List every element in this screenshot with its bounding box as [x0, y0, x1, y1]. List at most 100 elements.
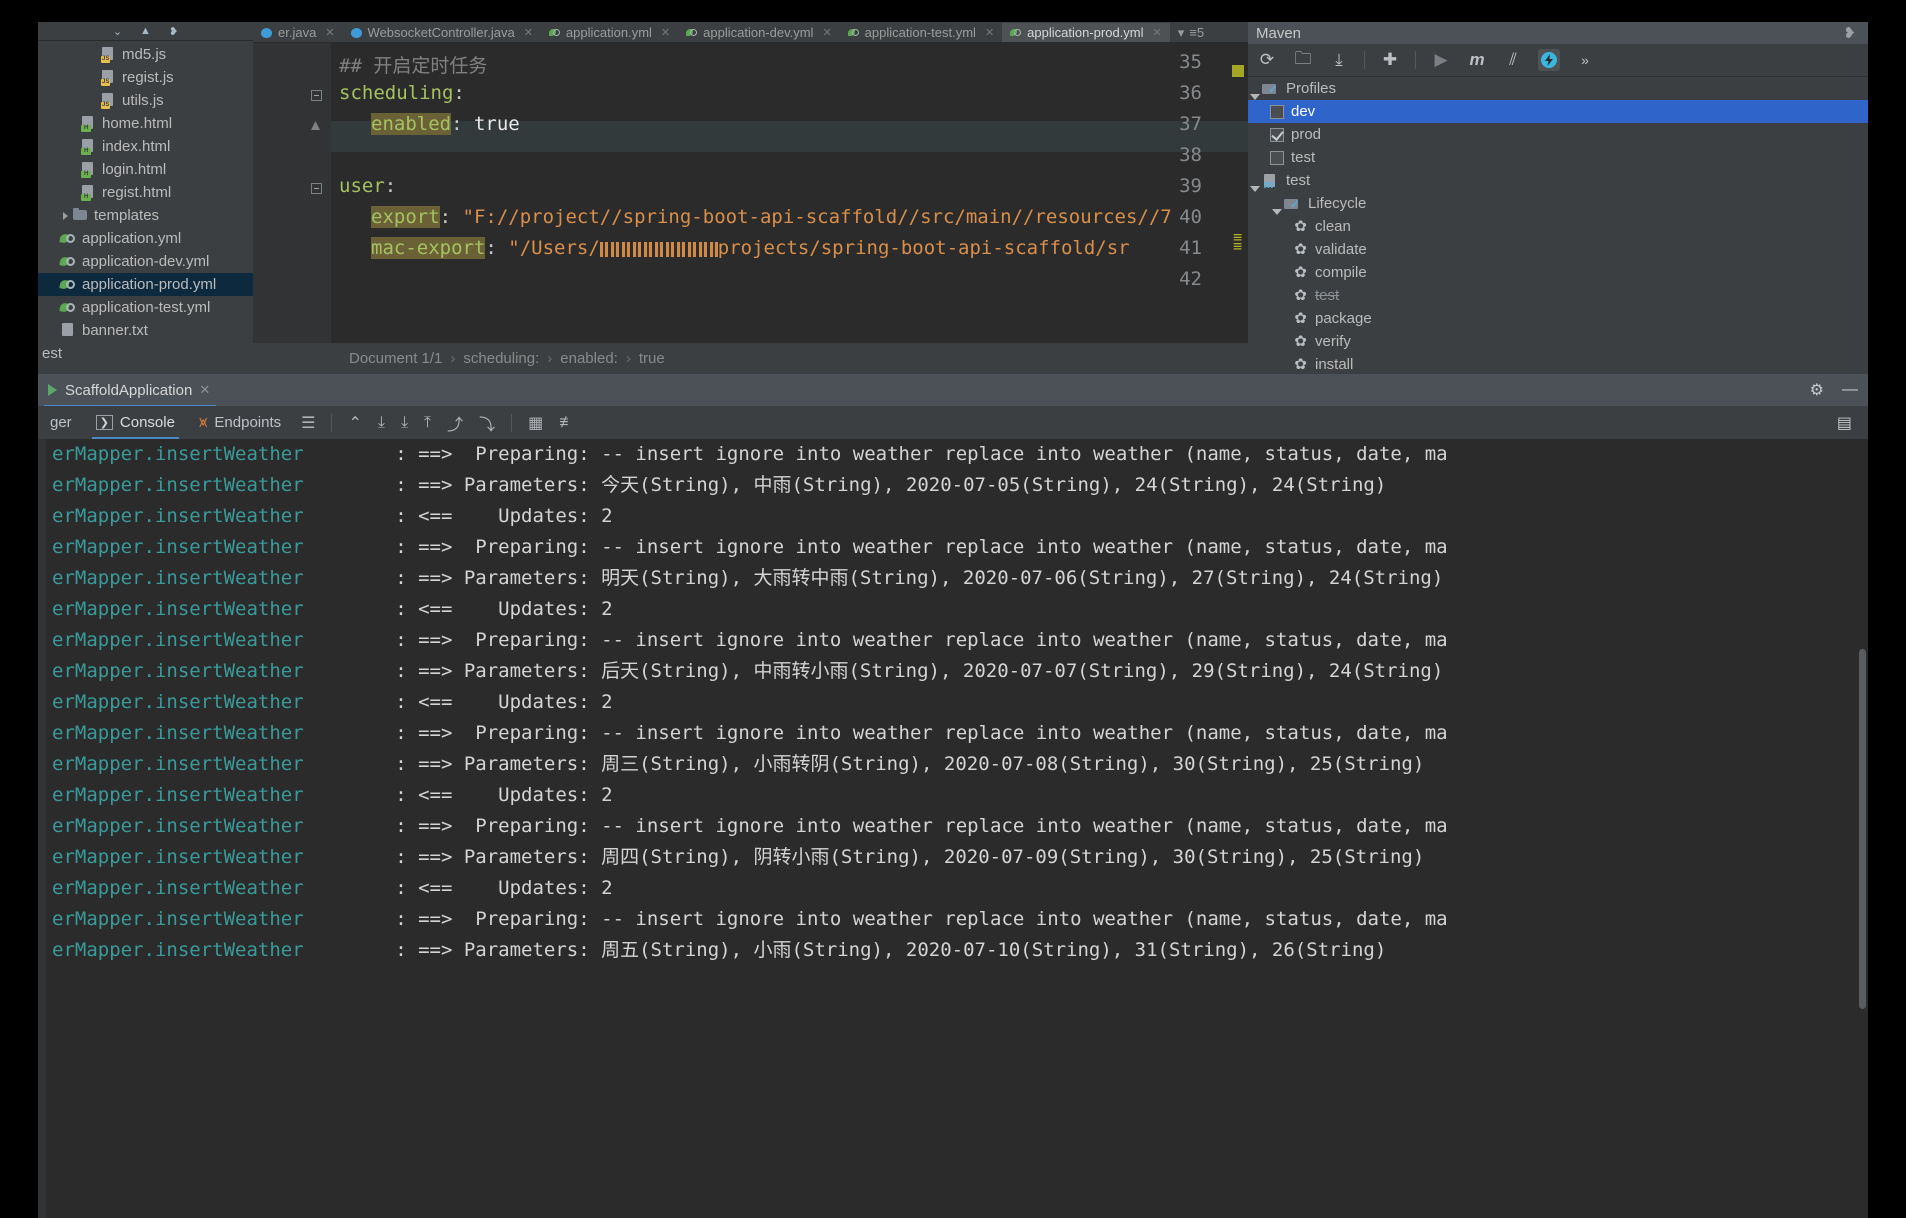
maven-options-icon[interactable]: ❥ [1843, 24, 1868, 42]
tab-console[interactable]: ❯ Console [91, 414, 180, 439]
project-tool-window[interactable]: ⌄ ▲ ❥ md5.js regist.js utils.js home.html in… [38, 22, 253, 374]
chevron-right-icon[interactable] [60, 210, 72, 222]
code-line[interactable]: enabled: true [339, 113, 520, 135]
code-line[interactable]: export: "F://project//spring-boot-api-sc… [339, 206, 1172, 228]
editor-tab-application-test-yml[interactable]: application-test.yml ✕ [840, 23, 1003, 42]
layout-icon[interactable]: ▤ [1837, 413, 1852, 433]
code-editor[interactable]: ≡ ≡ 35 ## 开启定时任务 36 scheduling: 37 enabled: tr… [253, 43, 1248, 343]
close-icon[interactable]: ✕ [822, 26, 831, 39]
run-header-actions[interactable]: ⚙ — [1810, 380, 1858, 400]
settings-list-icon[interactable]: ≢ [559, 414, 575, 432]
close-icon[interactable]: ✕ [1153, 26, 1162, 39]
tab-debugger[interactable]: ger [46, 414, 76, 431]
close-icon[interactable]: ✕ [661, 26, 670, 39]
editor-tab-bar[interactable]: er.java ✕ WebsocketController.java ✕ applica… [253, 22, 1248, 43]
minimize-icon[interactable]: — [1842, 381, 1858, 399]
download-sources-icon[interactable]: ⤓ [1328, 49, 1350, 71]
toggle-skip-tests-icon[interactable]: ⫽ [1502, 49, 1524, 71]
reload-icon[interactable]: ⟳ [1256, 49, 1278, 71]
scroll-down-icon[interactable]: ⤓ [378, 414, 385, 432]
run-toolbar[interactable]: ger ❯ Console ⩙ Endpoints ☰ ⌃ ⤓ ⤓ ⤒ ⤴ ⤵ … [38, 406, 1868, 440]
collapse-all-icon[interactable]: ⌄ [113, 25, 122, 38]
tab-overflow-button[interactable]: ▾ ≡5 [1170, 23, 1212, 42]
close-icon[interactable]: ✕ [199, 382, 210, 398]
breadcrumb-item[interactable]: true [639, 350, 665, 367]
fold-toggle-icon[interactable] [311, 90, 323, 102]
code-line[interactable]: mac-export: "/Users/projects/spring-boot… [339, 237, 1130, 259]
tree-item-est[interactable]: est [38, 342, 253, 365]
maven-item-test-4[interactable]: test [1248, 169, 1868, 192]
tree-item-templates[interactable]: templates [38, 204, 253, 227]
maven-item-lifecycle-5[interactable]: Lifecycle [1248, 192, 1868, 215]
breadcrumb-item[interactable]: scheduling: [463, 350, 539, 367]
fold-toggle-icon[interactable] [311, 183, 323, 195]
scroll-to-end-icon[interactable]: ⌃ [348, 413, 361, 433]
console-scrollbar[interactable] [1859, 649, 1866, 1009]
close-icon[interactable]: ✕ [985, 26, 994, 39]
maven-goal-icon[interactable]: m [1466, 49, 1488, 71]
toggle-offline-icon[interactable] [1538, 49, 1560, 71]
editor-tab-application-yml[interactable]: application.yml ✕ [541, 23, 678, 42]
list-icon[interactable]: ☰ [301, 413, 315, 433]
gear-icon[interactable]: ⚙ [1810, 380, 1824, 400]
tree-item-utils-js[interactable]: utils.js [38, 89, 253, 112]
maven-item-package-10[interactable]: ✿ package [1248, 307, 1868, 330]
tab-endpoints[interactable]: ⩙ Endpoints [195, 414, 285, 431]
maven-item-validate-7[interactable]: ✿ validate [1248, 238, 1868, 261]
maven-tool-window[interactable]: Maven ❥ ⟳ 🗀 ⤓ ✚ ▶ m ⫽ » Profiles dev prod t… [1248, 22, 1868, 374]
code-line[interactable]: scheduling: [339, 82, 465, 104]
tree-item-application-dev-yml[interactable]: application-dev.yml [38, 250, 253, 273]
maven-item-install-12[interactable]: ✿ install [1248, 353, 1868, 376]
move-up-icon[interactable]: ⤴ [447, 411, 463, 435]
add-icon[interactable]: ✚ [1379, 49, 1401, 71]
maven-item-dev-1[interactable]: dev [1248, 100, 1868, 123]
editor-tab-er-java[interactable]: er.java ✕ [253, 23, 343, 42]
move-down-icon[interactable]: ⤵ [479, 411, 495, 435]
run-configuration-tab[interactable]: ScaffoldApplication ✕ [43, 382, 217, 408]
tree-item-banner-txt[interactable]: banner.txt [38, 319, 253, 342]
console-output[interactable]: erMapper.insertWeather : ==> Preparing: … [38, 439, 1868, 1218]
maven-tree[interactable]: ProfilesdevprodtesttestLifecycle✿clean✿v… [1248, 77, 1868, 376]
scroll-down-alt-icon[interactable]: ⤓ [401, 414, 408, 432]
settings-chevron-icon[interactable]: ❥ [169, 25, 178, 38]
maven-item-verify-11[interactable]: ✿ verify [1248, 330, 1868, 353]
maven-toolbar[interactable]: ⟳ 🗀 ⤓ ✚ ▶ m ⫽ » [1248, 44, 1868, 77]
tree-item-regist-js[interactable]: regist.js [38, 66, 253, 89]
more-icon[interactable]: » [1574, 49, 1596, 71]
tree-item-application-yml[interactable]: application.yml [38, 227, 253, 250]
add-maven-project-icon[interactable]: 🗀 [1292, 49, 1314, 71]
profile-checkbox[interactable] [1270, 104, 1284, 119]
tree-item-home-html[interactable]: home.html [38, 112, 253, 135]
profile-checkbox[interactable] [1270, 150, 1284, 165]
error-stripe-marker[interactable] [1232, 65, 1244, 77]
bookmark-icon[interactable] [311, 121, 323, 133]
profile-checkbox[interactable] [1270, 127, 1284, 142]
code-line[interactable]: ## 开启定时任务 [339, 51, 487, 78]
maven-item-prod-2[interactable]: prod [1248, 123, 1868, 146]
tree-item-login-html[interactable]: login.html [38, 158, 253, 181]
breadcrumb-item[interactable]: Document 1/1 [349, 350, 442, 367]
editor-tab-application-prod-yml[interactable]: application-prod.yml ✕ [1002, 23, 1170, 42]
editor-tab-application-dev-yml[interactable]: application-dev.yml ✕ [678, 23, 840, 42]
project-toolbar[interactable]: ⌄ ▲ ❥ [38, 22, 253, 41]
tree-item-md5-js[interactable]: md5.js [38, 43, 253, 66]
tree-item-application-prod-yml[interactable]: application-prod.yml [38, 273, 253, 296]
scroll-up-icon[interactable]: ⤒ [424, 414, 431, 432]
breadcrumb-item[interactable]: enabled: [560, 350, 618, 367]
run-icon[interactable]: ▶ [1430, 49, 1452, 71]
project-tree-list[interactable]: md5.js regist.js utils.js home.html index.ht… [38, 41, 253, 365]
tree-item-regist-html[interactable]: regist.html [38, 181, 253, 204]
scroll-from-source-icon[interactable]: ▲ [140, 25, 151, 37]
maven-item-clean-6[interactable]: ✿ clean [1248, 215, 1868, 238]
close-icon[interactable]: ✕ [325, 26, 334, 39]
print-icon[interactable]: ▦ [528, 413, 543, 433]
tree-item-application-test-yml[interactable]: application-test.yml [38, 296, 253, 319]
editor-tab-websocketcontroller-java[interactable]: WebsocketController.java ✕ [343, 23, 541, 42]
close-icon[interactable]: ✕ [524, 26, 533, 39]
maven-item-compile-8[interactable]: ✿ compile [1248, 261, 1868, 284]
maven-item-test-9[interactable]: ✿ test [1248, 284, 1868, 307]
maven-item-profiles-0[interactable]: Profiles [1248, 77, 1868, 100]
maven-item-test-3[interactable]: test [1248, 146, 1868, 169]
code-line[interactable]: user: [339, 175, 396, 197]
tree-item-index-html[interactable]: index.html [38, 135, 253, 158]
